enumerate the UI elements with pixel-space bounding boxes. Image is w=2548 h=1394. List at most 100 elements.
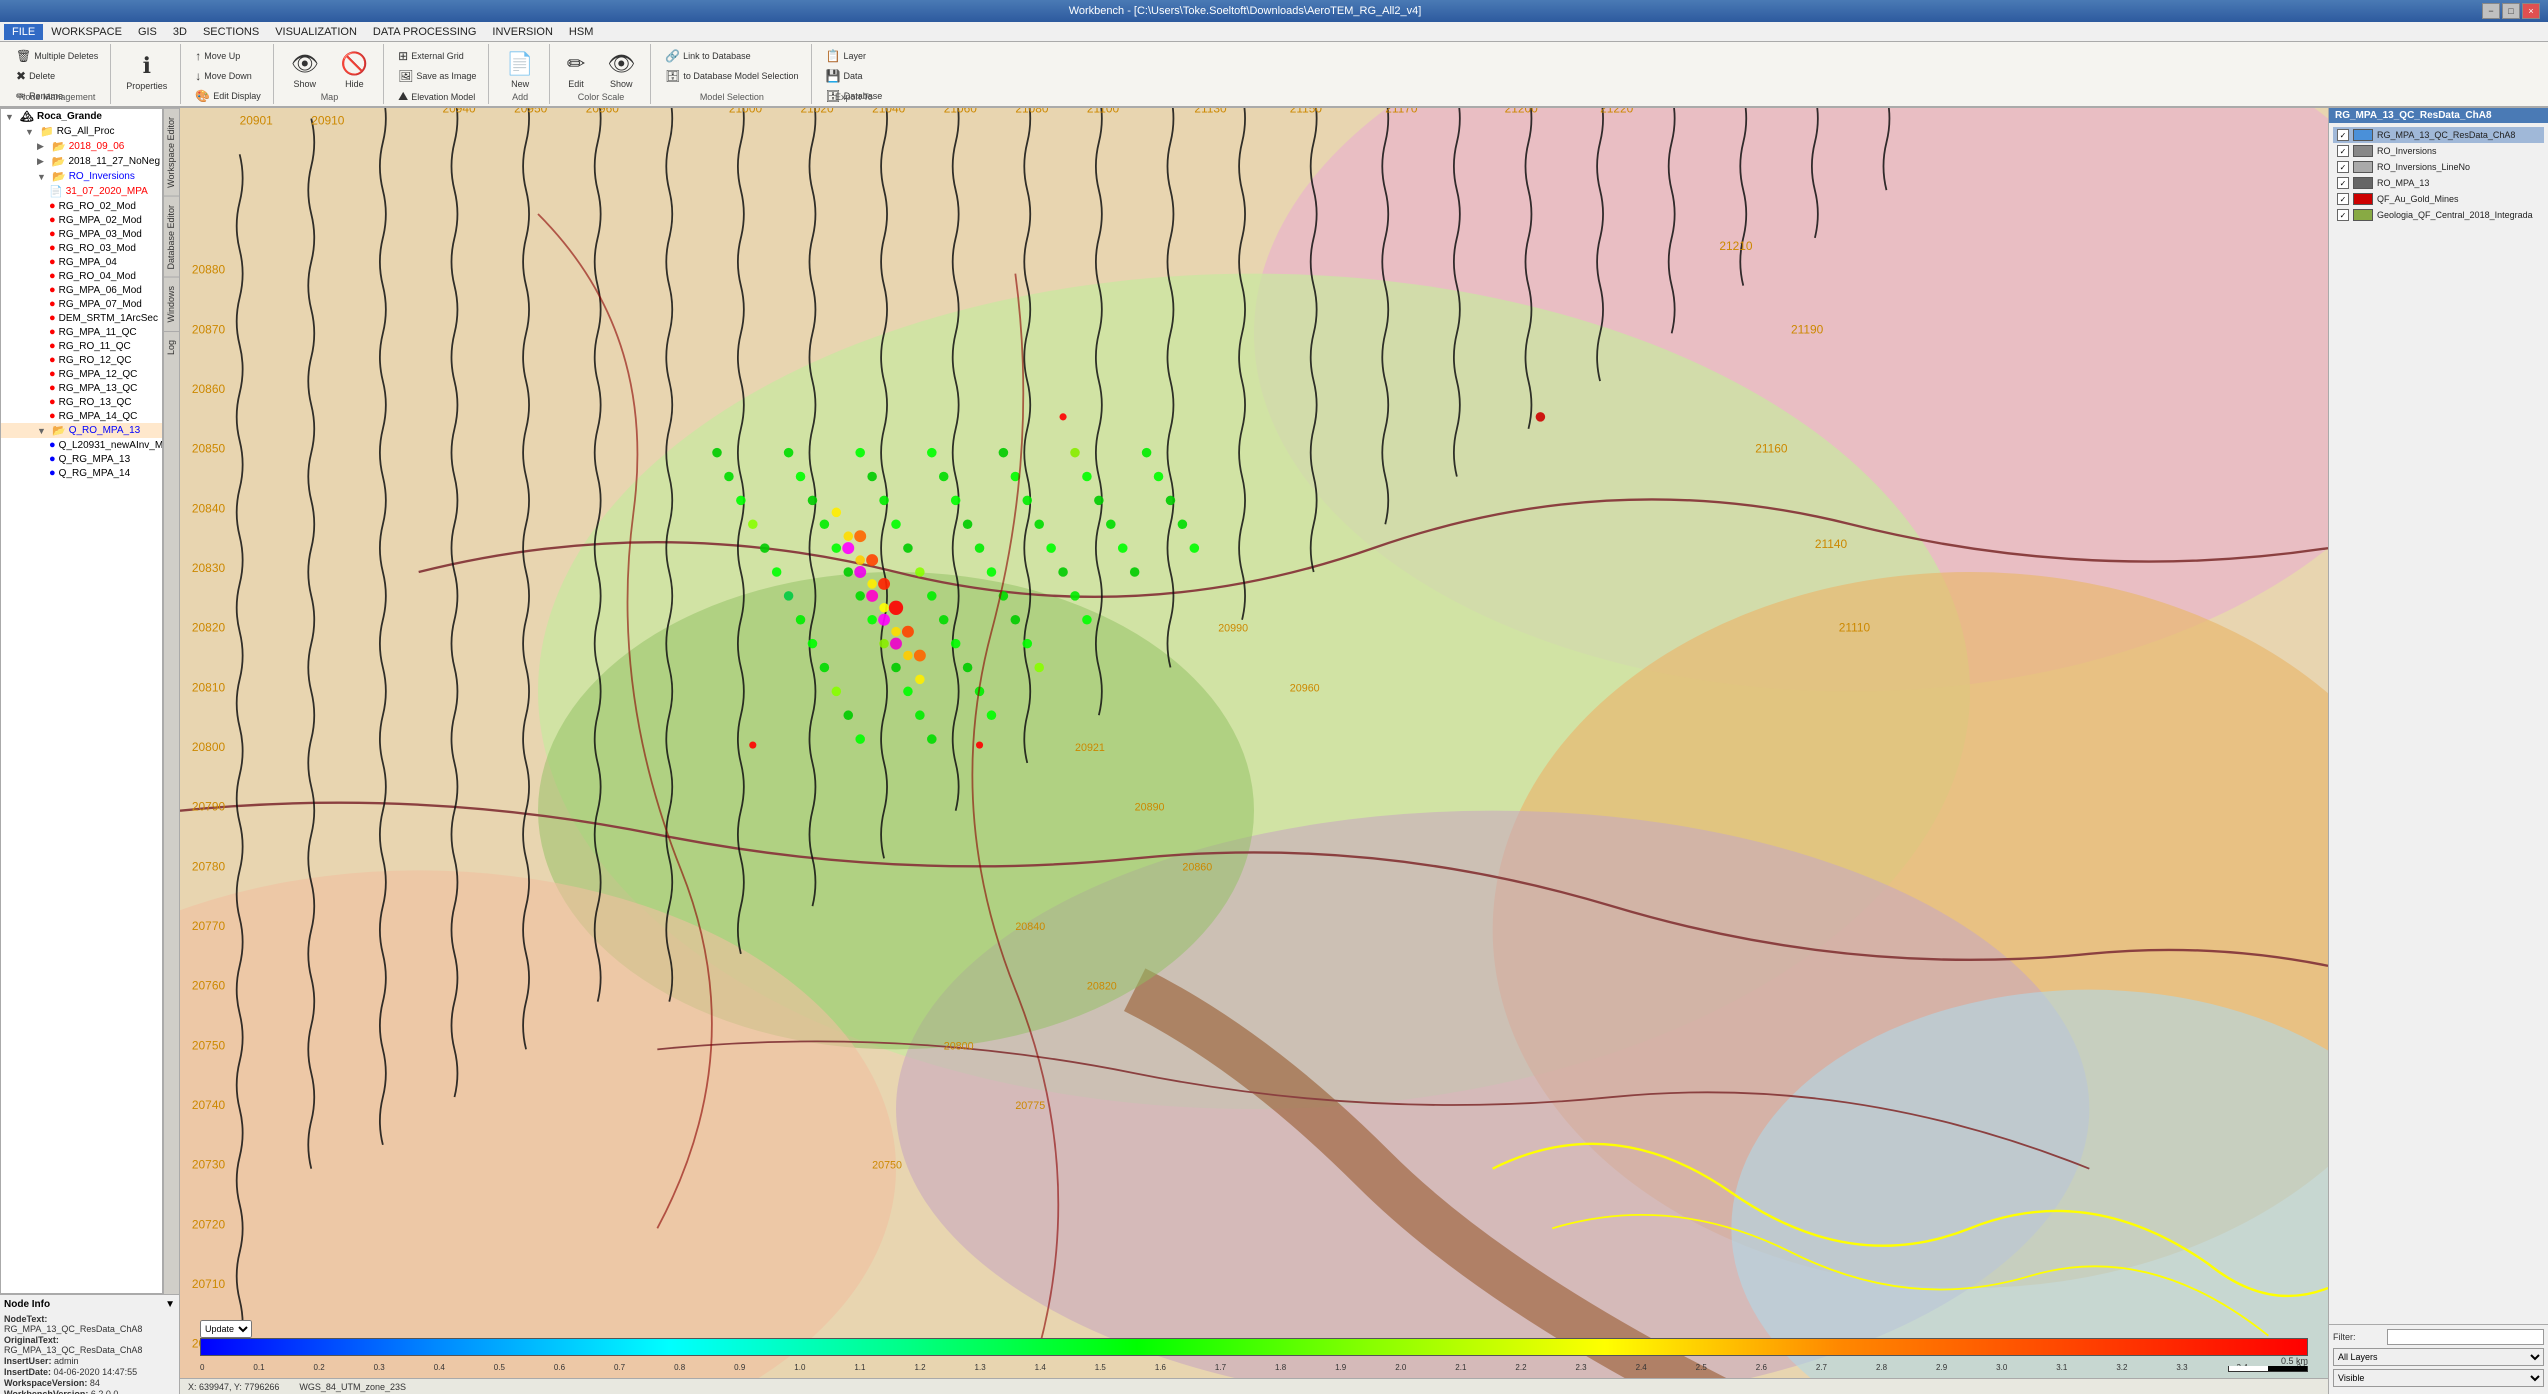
tree-node-q-rg-mpa-13[interactable]: ● Q_RG_MPA_13 xyxy=(1,452,162,466)
menu-item-hsm[interactable]: HSM xyxy=(561,24,601,40)
elevation-model-button[interactable]: ⛰ Elevation Model xyxy=(392,86,481,107)
originaltext-value: RG_MPA_13_QC_ResData_ChA8 xyxy=(4,1345,142,1355)
save-as-image-button[interactable]: 🖼 Save as Image xyxy=(392,66,482,86)
edit-colorscale-button[interactable]: ✏ Edit xyxy=(558,46,594,94)
close-button[interactable]: × xyxy=(2522,3,2540,19)
tree-node-2018-11-27[interactable]: ▶ 📂 2018_11_27_NoNeg xyxy=(1,154,162,169)
edit-display-button[interactable]: 🎨 Edit Display xyxy=(189,86,266,106)
svg-text:20850: 20850 xyxy=(192,442,226,456)
delete-button[interactable]: ✖ Delete xyxy=(10,66,61,86)
tree-node-rg-mpa-02[interactable]: ● RG_MPA_02_Mod xyxy=(1,213,162,227)
properties-button[interactable]: ℹ Properties xyxy=(117,48,176,96)
tree-node-rg-mpa-04[interactable]: ● RG_MPA_04 xyxy=(1,255,162,269)
expand-2018: ▶ xyxy=(37,141,47,152)
scale-bar xyxy=(2228,1366,2308,1372)
multiple-deletes-button[interactable]: 🗑 Multiple Deletes xyxy=(10,46,104,66)
menu-item-gis[interactable]: GIS xyxy=(130,24,165,40)
tree-node-q-rg-mpa-14[interactable]: ● Q_RG_MPA_14 xyxy=(1,466,162,480)
tree-node-q-l20931[interactable]: ● Q_L20931_newAInv_MPA1_ xyxy=(1,438,162,452)
multiple-deletes-label: Multiple Deletes xyxy=(34,51,98,61)
link-to-database-button[interactable]: 🔗 Link to Database xyxy=(659,46,757,66)
data-label: Data xyxy=(843,71,862,81)
menu-item-inversion[interactable]: INVERSION xyxy=(484,24,561,40)
filter-input[interactable] xyxy=(2387,1329,2544,1345)
legend-check-geologia-qf[interactable]: ✓ xyxy=(2337,209,2349,221)
legend-check-ro-inversions[interactable]: ✓ xyxy=(2337,145,2349,157)
maximize-button[interactable]: □ xyxy=(2502,3,2520,19)
tree-node-rg-ro-02[interactable]: ● RG_RO_02_Mod xyxy=(1,199,162,213)
tree-node-rg-mpa-06[interactable]: ● RG_MPA_06_Mod xyxy=(1,283,162,297)
tree-node-rg-mpa-11[interactable]: ● RG_MPA_11_QC xyxy=(1,325,162,339)
tree-node-rg-mpa-14[interactable]: ● RG_MPA_14_QC xyxy=(1,409,162,423)
legend-item-qf-au-gold-mines[interactable]: ✓ QF_Au_Gold_Mines xyxy=(2333,191,2544,207)
map-area[interactable]: 20901 20910 20940 20950 20960 21000 2102… xyxy=(180,108,2328,1394)
to-database-model-selection-button[interactable]: 🗄 to Database Model Selection xyxy=(659,66,804,86)
layer-button[interactable]: 📋 Layer xyxy=(820,46,872,66)
tree-node-rg-mpa-03[interactable]: ● RG_MPA_03_Mod xyxy=(1,227,162,241)
menu-item-visualization[interactable]: VISUALIZATION xyxy=(267,24,365,40)
move-down-button[interactable]: ↓ Move Down xyxy=(189,66,258,86)
update-select[interactable]: Update xyxy=(200,1320,252,1338)
update-dropdown[interactable]: Update xyxy=(200,1320,252,1338)
filter-select[interactable]: All Layers Visible Hidden xyxy=(2333,1348,2544,1366)
tree-node-rg-ro-03[interactable]: ● RG_RO_03_Mod xyxy=(1,241,162,255)
visible-select[interactable]: Visible xyxy=(2333,1369,2544,1387)
menu-item-sections[interactable]: SECTIONS xyxy=(195,24,267,40)
svg-text:20790: 20790 xyxy=(192,800,226,814)
rg-ro-11-label: RG_RO_11_QC xyxy=(59,341,131,352)
dem-srtm-label: DEM_SRTM_1ArcSec xyxy=(59,313,158,324)
tree-node-rg-ro-04[interactable]: ● RG_RO_04_Mod xyxy=(1,269,162,283)
legend-label-rg-mpa-13-qc: RG_MPA_13_QC_ResData_ChA8 xyxy=(2377,130,2515,140)
tree-node-dem-srtm[interactable]: ● DEM_SRTM_1ArcSec xyxy=(1,311,162,325)
new-label: New xyxy=(511,79,529,89)
tree-node-rg-mpa-13[interactable]: ● RG_MPA_13_QC xyxy=(1,381,162,395)
tree-node-ro-inversions[interactable]: ▼ 📂 RO_Inversions xyxy=(1,169,162,184)
tree-node-q-ro-mpa-13[interactable]: ▼ 📂 Q_RO_MPA_13 xyxy=(1,423,162,438)
new-button[interactable]: 📄 New xyxy=(497,46,542,94)
tree-node-2018-09-06[interactable]: ▶ 📂 2018_09_06 xyxy=(1,139,162,154)
legend-item-ro-inversions[interactable]: ✓ RO_Inversions xyxy=(2333,143,2544,159)
ro-inversions-icon: 📂 xyxy=(52,170,66,183)
node-info-collapse[interactable]: ▼ xyxy=(165,1299,175,1310)
menu-item-workspace[interactable]: WORKSPACE xyxy=(43,24,130,40)
legend-check-ro-mpa-13[interactable]: ✓ xyxy=(2337,177,2349,189)
hide-button[interactable]: 🚫 Hide xyxy=(332,46,377,94)
tree-node-rg-ro-12[interactable]: ● RG_RO_12_QC xyxy=(1,353,162,367)
show-colorscale-button[interactable]: 👁 Show xyxy=(598,46,644,94)
menu-item-data-processing[interactable]: DATA PROCESSING xyxy=(365,24,485,40)
tree-node-rg-ro-11[interactable]: ● RG_RO_11_QC xyxy=(1,339,162,353)
show-button[interactable]: 👁 Show xyxy=(282,46,328,94)
legend-item-ro-mpa-13[interactable]: ✓ RO_MPA_13 xyxy=(2333,175,2544,191)
svg-text:20860: 20860 xyxy=(192,382,226,396)
log-tab[interactable]: Log xyxy=(164,331,179,363)
rg-ro-04-icon: ● xyxy=(49,270,56,282)
scale-black xyxy=(2268,1366,2307,1371)
legend-item-geologia-qf[interactable]: ✓ Geologia_QF_Central_2018_Integrada xyxy=(2333,207,2544,223)
tree-node-rg-all-proc[interactable]: ▼ 📁 RG_All_Proc xyxy=(1,124,162,139)
tree-node-31-07[interactable]: 📄 31_07_2020_MPA xyxy=(1,184,162,199)
legend-check-qf-au-gold-mines[interactable]: ✓ xyxy=(2337,193,2349,205)
windows-tab[interactable]: Windows xyxy=(164,277,179,331)
menu-item-file[interactable]: FILE xyxy=(4,24,43,40)
q-ro-label: Q_RO_MPA_13 xyxy=(69,425,141,436)
svg-text:21150: 21150 xyxy=(1290,108,1323,116)
move-up-button[interactable]: ↑ Move Up xyxy=(189,46,246,66)
data-button[interactable]: 💾 Data xyxy=(820,66,869,86)
tree-node-rg-mpa-07[interactable]: ● RG_MPA_07_Mod xyxy=(1,297,162,311)
properties-icon: ℹ xyxy=(143,53,151,79)
legend-item-ro-inversions-lineno[interactable]: ✓ RO_Inversions_LineNo xyxy=(2333,159,2544,175)
tree-root[interactable]: ▼ 🏔 Roca_Grande xyxy=(1,109,162,124)
workspace-editor-tab[interactable]: Workspace Editor xyxy=(164,108,179,196)
tree-node-rg-mpa-12[interactable]: ● RG_MPA_12_QC xyxy=(1,367,162,381)
minimize-button[interactable]: − xyxy=(2482,3,2500,19)
database-editor-tab[interactable]: Database Editor xyxy=(164,196,179,278)
legend-check-ro-inversions-lineno[interactable]: ✓ xyxy=(2337,161,2349,173)
legend-item-rg-mpa-13-qc[interactable]: ✓ RG_MPA_13_QC_ResData_ChA8 xyxy=(2333,127,2544,143)
tree-node-rg-ro-13[interactable]: ● RG_RO_13_QC xyxy=(1,395,162,409)
expand-q-ro: ▼ xyxy=(37,426,47,436)
legend-check-rg-mpa-13-qc[interactable]: ✓ xyxy=(2337,129,2349,141)
svg-text:20880: 20880 xyxy=(192,263,226,277)
filter-label-text: Filter: xyxy=(2333,1332,2383,1342)
external-grid-button[interactable]: ⊞ External Grid xyxy=(392,46,470,66)
menu-item-3d[interactable]: 3D xyxy=(165,24,195,40)
